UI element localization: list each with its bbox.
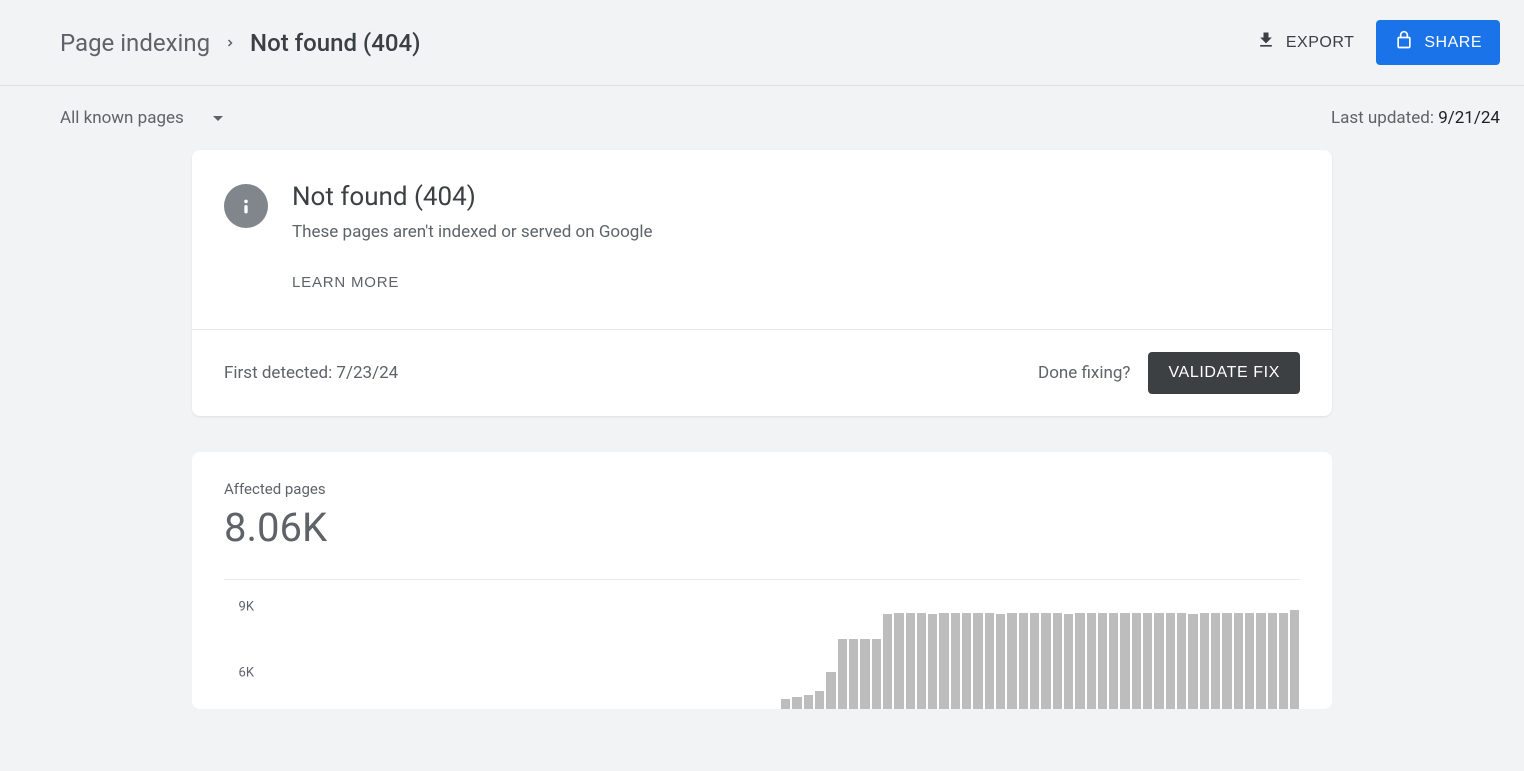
first-detected-label: First detected: [224, 363, 336, 383]
chart-bar [1143, 613, 1152, 709]
chart-bar [906, 613, 915, 709]
chart-bar [917, 613, 926, 709]
chart-bar [804, 695, 813, 709]
validate-group: Done fixing? VALIDATE FIX [1038, 352, 1300, 394]
chart-bar [849, 639, 858, 709]
breadcrumb: Page indexing Not found (404) [60, 29, 421, 57]
chart-bar [1177, 613, 1186, 709]
affected-pages-label: Affected pages [224, 480, 1300, 498]
chart-bar [1064, 614, 1073, 709]
download-icon [1256, 30, 1276, 55]
chart-bars [272, 598, 1300, 709]
chart-bar [883, 614, 892, 709]
share-button[interactable]: SHARE [1376, 20, 1500, 65]
chart-bar [792, 697, 801, 709]
breadcrumb-root[interactable]: Page indexing [60, 29, 210, 57]
chart-bar [1188, 614, 1197, 709]
breadcrumb-current: Not found (404) [250, 29, 421, 57]
caret-down-icon [212, 108, 224, 128]
chart-bar [826, 672, 835, 709]
info-icon [224, 184, 268, 228]
chart-bar [1087, 613, 1096, 709]
issue-subtitle: These pages aren't indexed or served on … [292, 222, 653, 242]
chart-bar [1154, 613, 1163, 709]
chart-bar [1222, 613, 1231, 709]
issue-card: Not found (404) These pages aren't index… [192, 150, 1332, 416]
chart-bar [1132, 613, 1141, 709]
header-actions: EXPORT SHARE [1252, 20, 1500, 65]
y-tick-9k: 9K [239, 599, 254, 614]
y-axis: 9K 6K [224, 598, 254, 709]
chevron-right-icon [224, 37, 236, 49]
chart-bar [928, 614, 937, 709]
chart-bar [872, 639, 881, 709]
chart-bar [973, 613, 982, 709]
chart-bar [1290, 610, 1299, 709]
chart-bar [996, 614, 1005, 709]
chart-bar [1019, 613, 1028, 709]
content: Not found (404) These pages aren't index… [0, 150, 1524, 709]
chart-bar [1075, 613, 1084, 709]
export-label: EXPORT [1286, 34, 1355, 52]
chart-bar [1279, 613, 1288, 709]
issue-title: Not found (404) [292, 182, 653, 212]
chart-bar [781, 699, 790, 709]
chart-bar [1007, 613, 1016, 709]
chart-bar [1109, 613, 1118, 709]
last-updated: Last updated: 9/21/24 [1331, 108, 1500, 128]
chart-bar [894, 613, 903, 709]
issue-card-body: Not found (404) These pages aren't index… [292, 182, 653, 295]
chart-bar [1245, 613, 1254, 709]
chart-bar [1041, 613, 1050, 709]
validate-fix-button[interactable]: VALIDATE FIX [1148, 352, 1300, 394]
chart-bar [951, 613, 960, 709]
chart-bar [1200, 613, 1209, 709]
first-detected-date: 7/23/24 [336, 363, 398, 383]
chart-bar [1030, 613, 1039, 709]
y-tick-6k: 6K [239, 666, 254, 681]
first-detected: First detected: 7/23/24 [224, 363, 398, 383]
issue-card-top: Not found (404) These pages aren't index… [192, 150, 1332, 329]
chart-bar [1268, 613, 1277, 709]
chart-bar [962, 613, 971, 709]
last-updated-date: 9/21/24 [1438, 108, 1500, 128]
chart-bar [1166, 613, 1175, 709]
filter-label: All known pages [60, 108, 184, 128]
chart-bar [1211, 613, 1220, 709]
lock-icon [1394, 30, 1414, 55]
pages-filter-dropdown[interactable]: All known pages [60, 108, 224, 128]
subheader: All known pages Last updated: 9/21/24 [0, 86, 1524, 150]
done-fixing-label: Done fixing? [1038, 363, 1130, 383]
share-label: SHARE [1424, 34, 1482, 52]
affected-pages-chart: 9K 6K [224, 579, 1300, 709]
chart-bar [815, 691, 824, 709]
chart-bar [860, 639, 869, 709]
chart-bar [1120, 613, 1129, 709]
affected-pages-card: Affected pages 8.06K 9K 6K [192, 452, 1332, 709]
chart-bar [1234, 613, 1243, 709]
affected-pages-value: 8.06K [224, 504, 1300, 551]
last-updated-label: Last updated: [1331, 108, 1438, 128]
learn-more-button[interactable]: LEARN MORE [292, 270, 399, 295]
page-header: Page indexing Not found (404) EXPORT SHA… [0, 0, 1524, 86]
chart-bar [1053, 613, 1062, 709]
chart-bar [1098, 613, 1107, 709]
chart-bar [939, 613, 948, 709]
chart-bar [838, 639, 847, 709]
issue-card-bottom: First detected: 7/23/24 Done fixing? VAL… [192, 329, 1332, 416]
chart-bar [985, 613, 994, 709]
export-button[interactable]: EXPORT [1252, 22, 1359, 63]
chart-bar [1256, 613, 1265, 709]
